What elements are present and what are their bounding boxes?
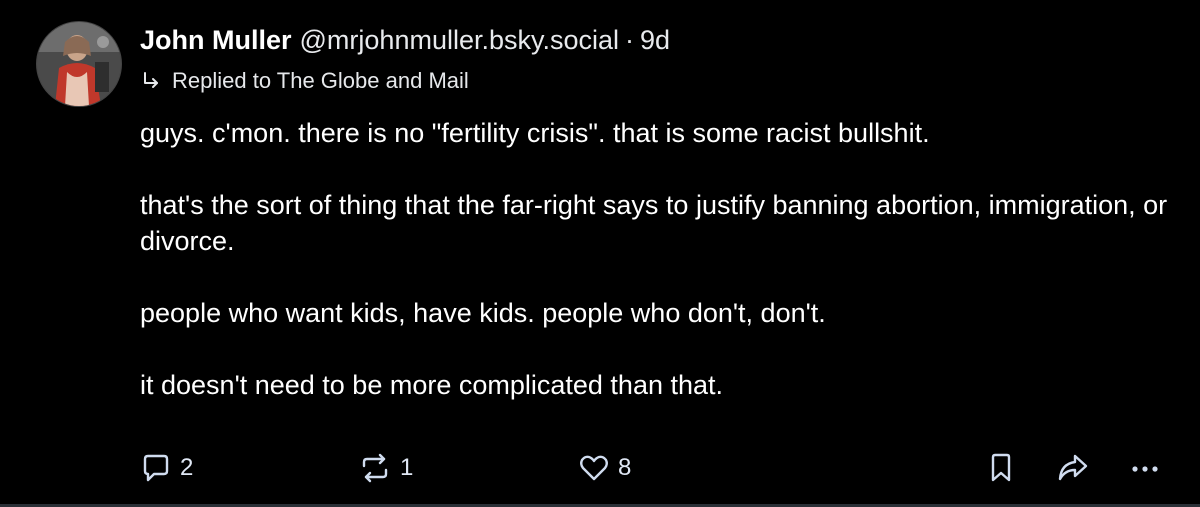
post-paragraph: guys. c'mon. there is no "fertility cris… <box>140 118 930 148</box>
bookmark-button[interactable] <box>986 448 1016 488</box>
separator-dot: · <box>625 24 635 55</box>
reply-context[interactable]: Replied to The Globe and Mail <box>140 66 469 96</box>
share-button[interactable] <box>1056 448 1090 488</box>
post-age[interactable]: 9d <box>640 25 670 56</box>
repost-icon <box>362 453 388 483</box>
post-body: guys. c'mon. there is no "fertility cris… <box>140 115 1180 439</box>
bookmark-icon <box>991 453 1011 482</box>
more-options-button[interactable] <box>1128 448 1162 488</box>
reply-count: 2 <box>180 454 194 481</box>
repost-count: 1 <box>400 454 414 481</box>
avatar-image <box>37 22 121 106</box>
repost-button[interactable]: 1 <box>358 448 413 488</box>
post-paragraph: people who want kids, have kids. people … <box>140 298 826 328</box>
share-icon <box>1058 454 1088 481</box>
reply-context-label: Replied to The Globe and Mail <box>172 68 469 93</box>
like-count: 8 <box>618 454 632 481</box>
post-paragraph: that's the sort of thing that the far-ri… <box>140 190 1168 256</box>
more-icon <box>1132 466 1158 472</box>
reply-button[interactable]: 2 <box>140 448 193 488</box>
avatar[interactable] <box>36 21 122 107</box>
like-button[interactable]: 8 <box>578 448 631 488</box>
author-display-name[interactable]: John Muller <box>140 25 292 56</box>
reply-arrow-icon <box>144 72 158 88</box>
author-handle[interactable]: @mrjohnmuller.bsky.social <box>300 25 620 56</box>
post-header: John Muller @mrjohnmuller.bsky.social · … <box>140 22 670 58</box>
post-actions: 2 1 8 <box>0 448 1200 488</box>
comment-icon <box>143 454 169 482</box>
heart-icon <box>580 455 608 481</box>
post-card[interactable]: John Muller @mrjohnmuller.bsky.social · … <box>0 0 1200 507</box>
post-paragraph: it doesn't need to be more complicated t… <box>140 370 724 400</box>
